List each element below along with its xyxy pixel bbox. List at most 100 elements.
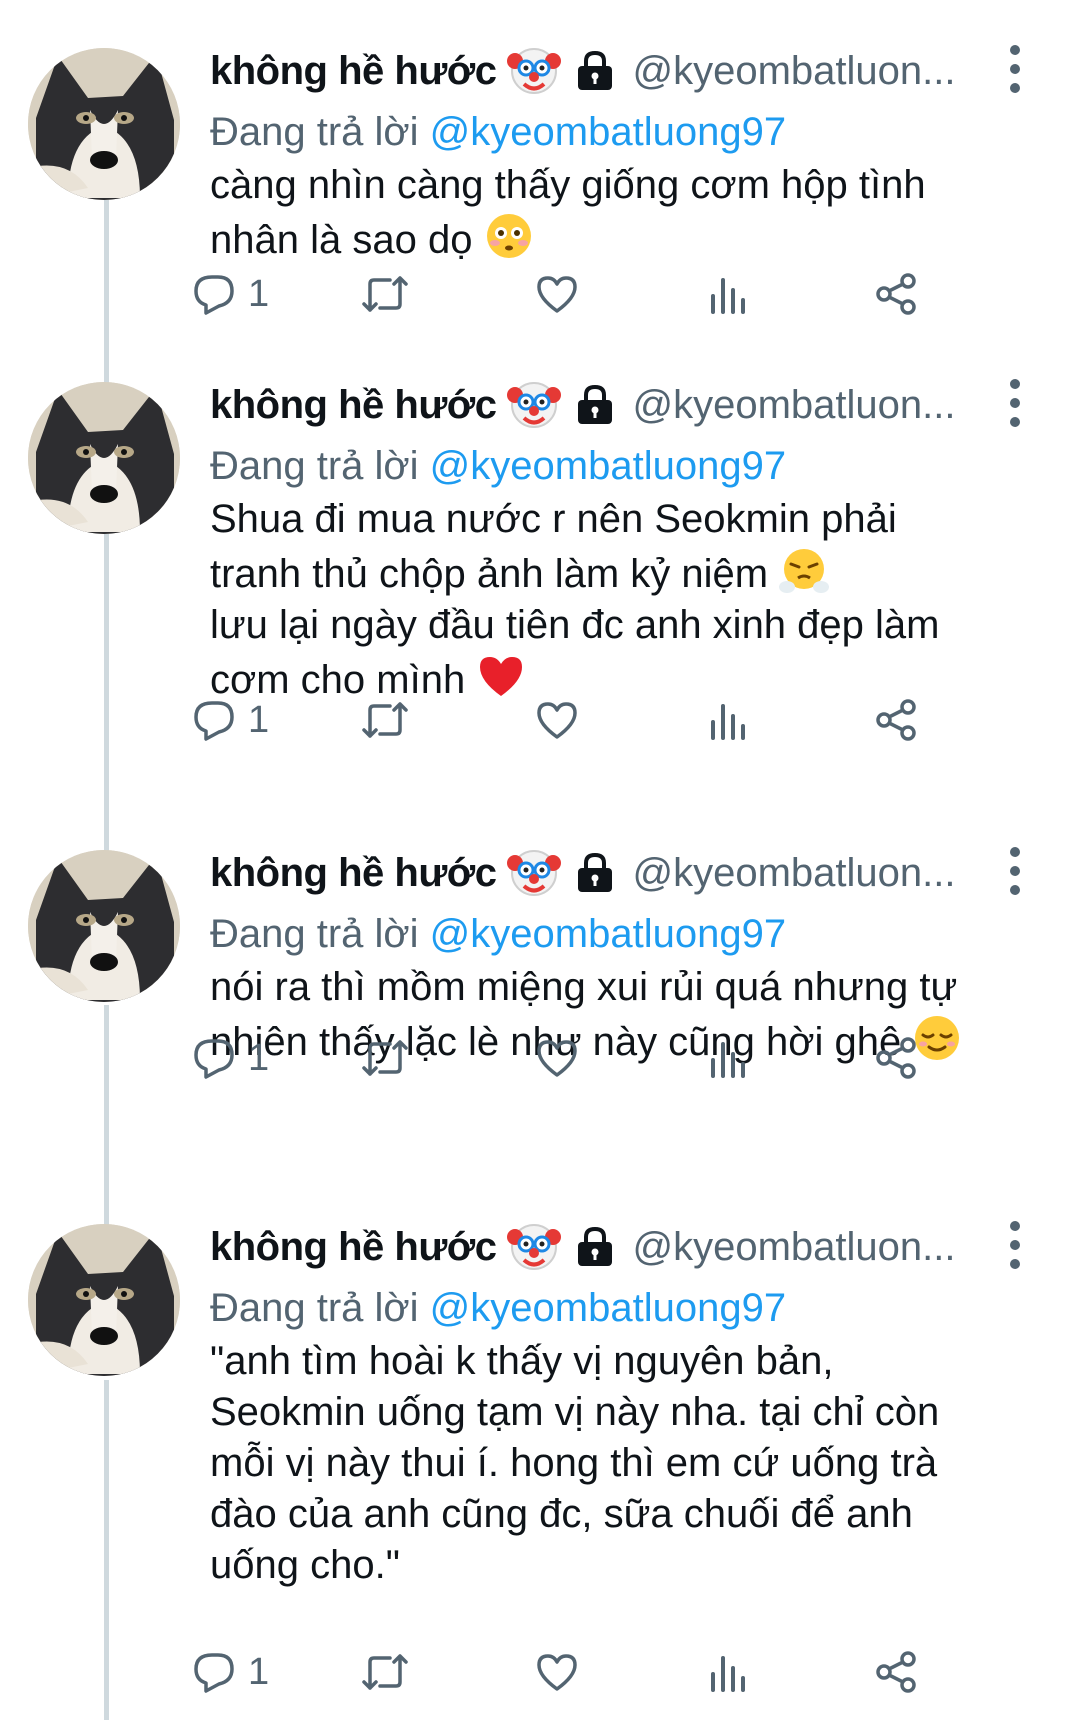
text-line: mỗi vị này thui í. hong thì em cứ uống t… (210, 1441, 938, 1485)
tweet-text: Shua đi mua nước r nên Seokmin phải tran… (210, 494, 1040, 706)
lock-icon (578, 50, 613, 90)
flushed-emoji-icon (486, 214, 531, 258)
text-line: đào của anh cũng đc, sữa chuối để anh (210, 1492, 913, 1536)
mention-link[interactable]: @kyeombatluong97 (430, 444, 786, 488)
heart-icon (537, 276, 577, 313)
user-handle[interactable]: @kyeombatluon... (632, 383, 955, 428)
display-name[interactable]: không hề hước (210, 49, 497, 94)
clown-emoji-icon (507, 48, 562, 94)
retweet-button[interactable] (360, 690, 410, 750)
views-icon (711, 278, 745, 314)
views-button[interactable] (708, 1642, 748, 1702)
heart-icon (537, 1654, 577, 1691)
tweet[interactable]: không hề hước @kyeombatluon... Đang trả … (0, 1212, 1080, 1717)
user-handle[interactable]: @kyeombatluon... (632, 49, 955, 94)
reply-icon (194, 275, 234, 315)
replying-prefix: Đang trả lời (210, 1286, 419, 1330)
text-line: nói ra thì mồm miệng xui rủi quá nhưng t… (210, 965, 958, 1009)
display-name[interactable]: không hề hước (210, 851, 497, 896)
retweet-button[interactable] (360, 264, 410, 324)
replying-prefix: Đang trả lời (210, 444, 419, 488)
replying-to: Đang trả lời @kyeombatluong97 (210, 912, 786, 957)
avatar[interactable] (28, 48, 180, 200)
replying-prefix: Đang trả lời (210, 912, 419, 956)
replying-to: Đang trả lời @kyeombatluong97 (210, 1286, 786, 1331)
share-button[interactable] (874, 1642, 918, 1702)
share-icon (876, 699, 916, 741)
retweet-icon (362, 1040, 408, 1076)
display-name[interactable]: không hề hước (210, 383, 497, 428)
lock-icon (578, 1226, 613, 1266)
avatar[interactable] (28, 382, 180, 534)
views-icon (711, 1042, 745, 1078)
user-handle[interactable]: @kyeombatluon... (632, 1225, 955, 1270)
views-icon (711, 1656, 745, 1692)
lock-icon (578, 852, 613, 892)
replying-prefix: Đang trả lời (210, 110, 419, 154)
reply-button[interactable]: 1 (192, 1642, 269, 1702)
reply-icon (194, 701, 234, 741)
tweet-thread: { "tweets": [ { "name": "không hề hước",… (0, 0, 1080, 1720)
user-handle[interactable]: @kyeombatluon... (632, 851, 955, 896)
tweet-text: càng nhìn càng thấy giống cơm hộp tình n… (210, 160, 1040, 266)
text-line: nhân là sao dọ (210, 218, 473, 262)
like-button[interactable] (535, 690, 579, 750)
mention-link[interactable]: @kyeombatluong97 (430, 1286, 786, 1330)
text-line: "anh tìm hoài k thấy vị nguyên bản, (210, 1339, 834, 1383)
clown-emoji-icon (507, 850, 562, 896)
views-button[interactable] (708, 690, 748, 750)
tweet[interactable]: không hề hước @kyeombatluon... Đang trả … (0, 370, 1080, 810)
like-button[interactable] (535, 1642, 579, 1702)
steam-face-emoji-icon (779, 549, 830, 593)
views-button[interactable] (708, 1028, 748, 1088)
retweet-button[interactable] (360, 1028, 410, 1088)
reply-count: 1 (248, 1036, 270, 1079)
display-name[interactable]: không hề hước (210, 1225, 497, 1270)
retweet-button[interactable] (360, 1642, 410, 1702)
tweet-text: "anh tìm hoài k thấy vị nguyên bản, Seok… (210, 1336, 1040, 1591)
lock-icon (578, 384, 613, 424)
mention-link[interactable]: @kyeombatluong97 (430, 912, 786, 956)
tweet-actions: 1 (0, 1028, 1080, 1088)
text-line: lưu lại ngày đầu tiên đc anh xinh đẹp là… (210, 603, 940, 647)
retweet-icon (362, 276, 408, 312)
share-icon (876, 273, 916, 315)
share-button[interactable] (874, 264, 918, 324)
text-line: Shua đi mua nước r nên Seokmin phải (210, 497, 897, 541)
more-vertical-icon[interactable] (1000, 844, 1030, 898)
reply-count: 1 (248, 1650, 270, 1693)
like-button[interactable] (535, 1028, 579, 1088)
text-line: càng nhìn càng thấy giống cơm hộp tình (210, 163, 926, 207)
retweet-icon (362, 1654, 408, 1690)
retweet-icon (362, 702, 408, 738)
reply-button[interactable]: 1 (192, 264, 269, 324)
like-button[interactable] (535, 264, 579, 324)
reply-count: 1 (248, 272, 270, 315)
share-icon (876, 1651, 916, 1693)
avatar[interactable] (28, 850, 180, 1002)
clown-emoji-icon (507, 1224, 562, 1270)
share-button[interactable] (874, 1028, 918, 1088)
tweet[interactable]: không hề hước @kyeombatluon... Đang trả … (0, 36, 1080, 356)
views-button[interactable] (708, 264, 748, 324)
tweet-actions: 1 (0, 264, 1080, 324)
more-vertical-icon[interactable] (1000, 376, 1030, 430)
reply-count: 1 (248, 698, 270, 741)
avatar[interactable] (28, 1224, 180, 1376)
mention-link[interactable]: @kyeombatluong97 (430, 110, 786, 154)
tweet-actions: 1 (0, 690, 1080, 750)
views-icon (711, 704, 745, 740)
tweet-actions: 1 (0, 1642, 1080, 1702)
tweet[interactable]: không hề hước @kyeombatluon... Đang trả … (0, 838, 1080, 1178)
reply-button[interactable]: 1 (192, 690, 269, 750)
heart-icon (537, 702, 577, 739)
replying-to: Đang trả lời @kyeombatluong97 (210, 444, 786, 489)
reply-icon (194, 1653, 234, 1693)
more-vertical-icon[interactable] (1000, 1218, 1030, 1272)
more-vertical-icon[interactable] (1000, 42, 1030, 96)
text-line: tranh thủ chộp ảnh làm kỷ niệm (210, 552, 769, 596)
text-line: uống cho." (210, 1543, 400, 1587)
clown-emoji-icon (507, 382, 562, 428)
share-button[interactable] (874, 690, 918, 750)
reply-button[interactable]: 1 (192, 1028, 269, 1088)
